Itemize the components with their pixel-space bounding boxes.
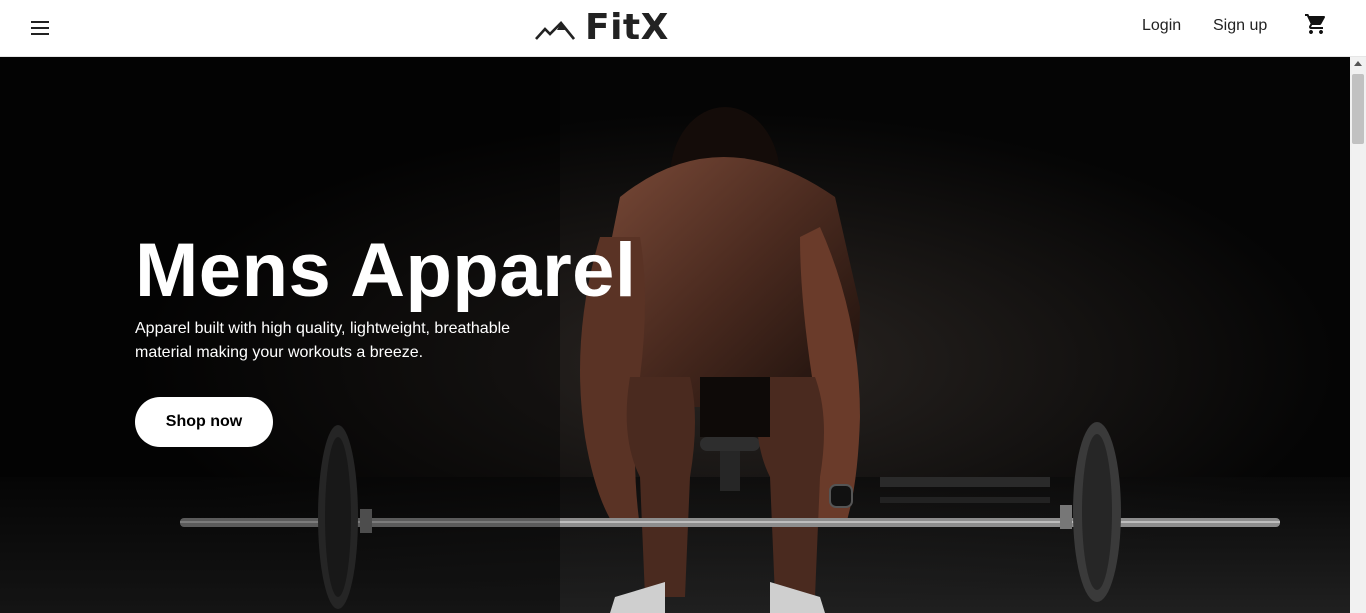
- scroll-up-arrow-icon[interactable]: [1354, 61, 1362, 66]
- login-link[interactable]: Login: [1142, 17, 1181, 35]
- mountain-peaks-icon: [535, 21, 575, 40]
- menu-line: [31, 27, 49, 29]
- page-scrollbar[interactable]: [1350, 57, 1366, 613]
- top-navbar: FitX Login Sign up: [0, 0, 1366, 57]
- menu-line: [31, 33, 49, 35]
- signup-link[interactable]: Sign up: [1213, 17, 1267, 35]
- scroll-thumb[interactable]: [1352, 74, 1364, 144]
- brand-logo[interactable]: FitX: [535, 4, 669, 50]
- hero-subtitle: Apparel built with high quality, lightwe…: [135, 320, 511, 361]
- brand-name: FitX: [585, 6, 669, 48]
- shopping-cart-icon[interactable]: [1303, 12, 1329, 36]
- shop-now-button[interactable]: Shop now: [135, 397, 273, 447]
- hamburger-menu-icon[interactable]: [26, 14, 54, 42]
- hero-title: Mens Apparel: [135, 228, 637, 313]
- menu-line: [31, 21, 49, 23]
- hero-banner: Mens Apparel Apparel built with high qua…: [0, 57, 1350, 613]
